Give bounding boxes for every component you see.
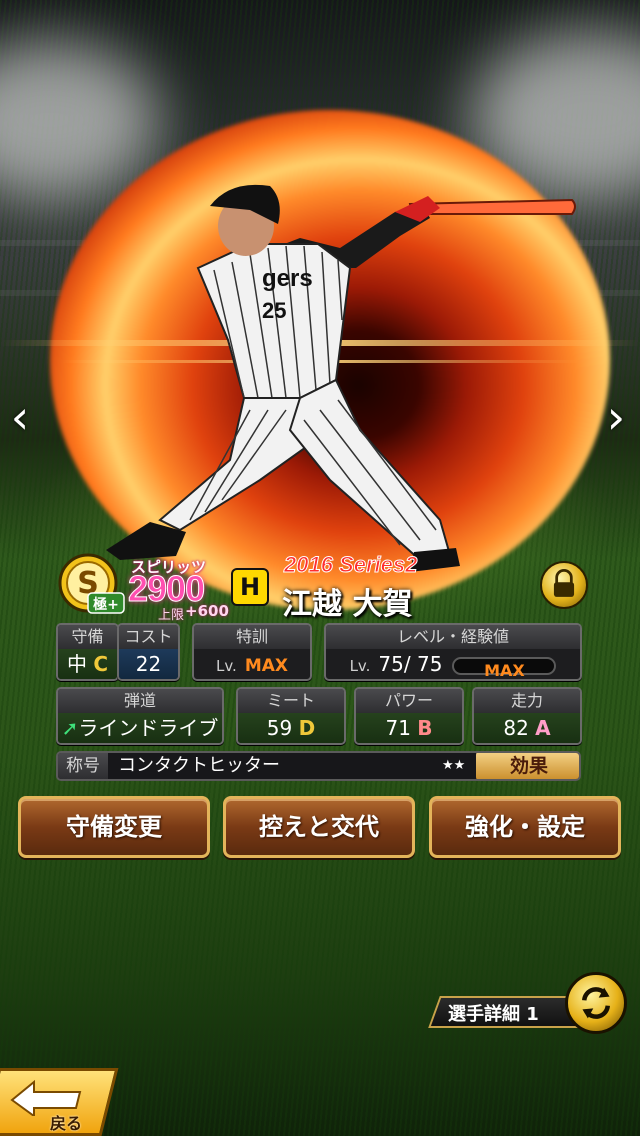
rank-s-badge-icon: S 極+ — [58, 553, 125, 614]
team-logo-icon: H — [233, 570, 267, 604]
training-lv-label: Lv. — [215, 657, 237, 675]
lock-icon — [553, 569, 575, 597]
refresh-arrows-icon — [582, 987, 610, 1019]
player-leg-front — [288, 378, 452, 562]
power-value: 71 — [385, 716, 411, 740]
cost-value: 22 — [119, 649, 178, 679]
defense-position: 中 — [66, 652, 87, 676]
meet-grade: D — [298, 716, 316, 740]
cost-box: コスト 22 — [117, 623, 180, 681]
meet-box: ミート 59 D — [236, 687, 346, 745]
next-player-chevron-icon[interactable]: › — [596, 392, 636, 442]
level-value: 75/ 75 — [378, 652, 443, 676]
jersey-number: 25 — [262, 298, 286, 323]
title-stars: ★★ — [442, 758, 466, 773]
speed-label: 走力 — [474, 689, 580, 713]
trajectory-value: ラインドライブ — [78, 716, 219, 740]
trajectory-label: 弾道 — [58, 689, 222, 713]
rank-sub-label: 極+ — [93, 596, 119, 613]
spirits-limit-value: +600 — [185, 602, 229, 620]
training-label: 特訓 — [194, 625, 310, 649]
switch-view-button[interactable] — [565, 972, 627, 1034]
title-value: コンタクトヒッター — [118, 755, 280, 776]
back-label: 戻る — [50, 1114, 83, 1133]
title-label: 称号 — [58, 753, 108, 779]
effect-button[interactable]: 効果 — [476, 753, 579, 779]
defense-label: 守備 — [58, 625, 117, 649]
prev-player-chevron-icon[interactable]: ‹ — [0, 392, 40, 442]
player-artwork: gers 25 — [106, 184, 576, 572]
lock-button[interactable] — [540, 561, 588, 609]
power-label: パワー — [356, 689, 462, 713]
training-box: 特訓 Lv. MAX — [192, 623, 312, 681]
meet-label: ミート — [238, 689, 344, 713]
title-row: 称号 コンタクトヒッター ★★ 効果 — [56, 751, 581, 781]
enhance-settings-button[interactable]: 強化・設定 — [429, 796, 621, 858]
jersey-team-text: gers — [262, 265, 313, 292]
series-label: 2016 Series2 — [283, 552, 418, 578]
level-box: レベル・経験値 Lv. 75/ 75 MAX — [324, 623, 582, 681]
cost-label: コスト — [119, 625, 178, 649]
power-box: パワー 71 B — [354, 687, 464, 745]
player-detail-label: 選手詳細 1 — [448, 1004, 539, 1025]
bench-swap-button[interactable]: 控えと交代 — [223, 796, 415, 858]
player-detail-screen: gers 25 ‹ › S 極+ スピリッツ 2900 上限 +600 H 20… — [0, 0, 640, 1136]
trajectory-arrow-icon: ➚ — [61, 716, 79, 740]
level-lv-label: Lv. — [349, 657, 371, 675]
exp-bar: MAX — [452, 656, 557, 679]
back-button[interactable]: 戻る — [0, 1068, 119, 1136]
speed-value: 82 — [503, 716, 529, 740]
exp-bar-label: MAX — [484, 660, 525, 680]
change-defense-button[interactable]: 守備変更 — [18, 796, 210, 858]
level-label: レベル・経験値 — [326, 625, 580, 649]
defense-grade: C — [93, 652, 109, 676]
player-detail-button[interactable]: 選手詳細 1 — [428, 992, 590, 1030]
player-name: 江越 大賀 — [282, 587, 413, 622]
power-grade: B — [417, 716, 433, 740]
speed-grade: A — [535, 716, 551, 740]
training-value: MAX — [244, 656, 289, 676]
defense-box: 守備 中 C — [56, 623, 119, 681]
meet-value: 59 — [266, 716, 293, 740]
spirits-limit-label: 上限 — [158, 608, 185, 623]
speed-box: 走力 82 A — [472, 687, 582, 745]
trajectory-box: 弾道 ➚ラインドライブ — [56, 687, 224, 745]
